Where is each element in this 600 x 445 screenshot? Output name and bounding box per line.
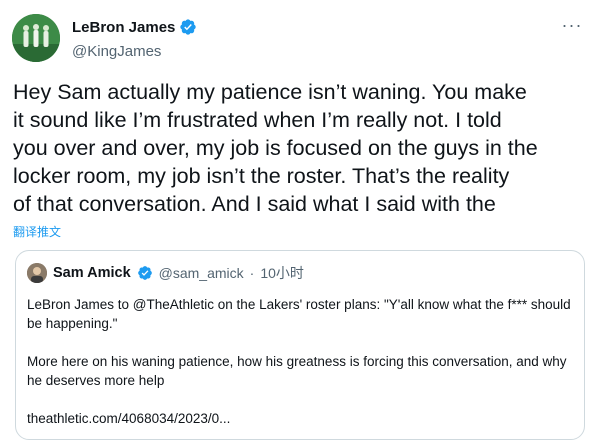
quoted-author-avatar bbox=[27, 263, 47, 283]
author-names: LeBron James @KingJames bbox=[72, 17, 197, 60]
verified-badge-icon bbox=[137, 265, 153, 281]
quoted-tweet-header: Sam Amick @sam_amick · 10小时 bbox=[27, 263, 304, 283]
tweet-card: LeBron James @KingJames ··· Hey Sam actu… bbox=[0, 0, 600, 445]
quoted-tweet-body: LeBron James to @TheAthletic on the Lake… bbox=[27, 295, 577, 439]
ellipsis-icon: ··· bbox=[561, 15, 583, 35]
quoted-tweet[interactable]: Sam Amick @sam_amick · 10小时 LeBron James… bbox=[15, 250, 585, 440]
quoted-tweet-time[interactable]: 10小时 bbox=[260, 263, 304, 283]
author-display-name[interactable]: LeBron James bbox=[72, 19, 175, 36]
tweet-header: LeBron James @KingJames ··· bbox=[12, 12, 588, 64]
quoted-paragraph-2: More here on his waning patience, how hi… bbox=[27, 354, 567, 388]
tweet-text: Hey Sam actually my patience isn’t wanin… bbox=[13, 80, 538, 216]
author-handle[interactable]: @KingJames bbox=[72, 43, 197, 60]
author-avatar[interactable] bbox=[12, 14, 60, 62]
more-options-button[interactable]: ··· bbox=[560, 15, 584, 38]
quoted-link[interactable]: theathletic.com/4068034/2023/0... bbox=[27, 409, 577, 428]
verified-badge-icon bbox=[179, 18, 197, 36]
quoted-author-display-name: Sam Amick bbox=[53, 265, 131, 281]
avatar-image bbox=[12, 14, 60, 62]
quoted-author-handle: @sam_amick bbox=[158, 265, 244, 281]
quoted-paragraph-1: LeBron James to @TheAthletic on the Lake… bbox=[27, 297, 571, 331]
translate-tweet-link[interactable]: 翻译推文 bbox=[13, 223, 61, 240]
separator-dot: · bbox=[249, 265, 255, 281]
display-name-row: LeBron James bbox=[72, 17, 197, 37]
